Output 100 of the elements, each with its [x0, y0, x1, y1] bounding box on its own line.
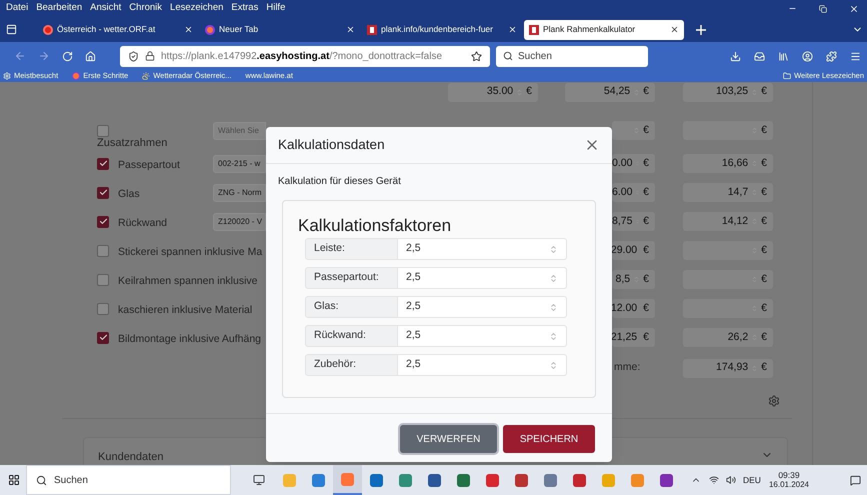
currency-label: € [643, 214, 649, 229]
square-icon [367, 24, 377, 34]
menu-item[interactable]: Chronik [125, 1, 166, 16]
browser-tab[interactable]: Österreich - wetter.ORF.at [38, 20, 198, 40]
dialog-button[interactable]: VERWERFEN [400, 425, 497, 453]
library-icon[interactable] [778, 50, 789, 62]
tray-icon[interactable] [754, 50, 765, 62]
dialog-button[interactable]: SPEICHERN [503, 425, 595, 453]
restore-icon[interactable] [819, 4, 827, 12]
square-icon [529, 24, 539, 34]
currency-label: € [761, 360, 767, 376]
factor-input[interactable]: 2,5 [398, 296, 567, 318]
card-title: Kalkulationsfaktoren [298, 214, 452, 237]
windows-start-icon[interactable] [8, 474, 20, 486]
checkbox[interactable] [97, 186, 109, 198]
checkbox[interactable] [97, 216, 109, 228]
checkbox[interactable] [97, 302, 109, 314]
currency-label: € [761, 272, 767, 287]
currency-label: € [761, 300, 767, 316]
menu-item[interactable]: Ansicht [86, 1, 126, 16]
folder-icon [783, 72, 792, 80]
fox-icon [72, 72, 80, 80]
url-text: https://plank.e147992.easyhosting.at/?mono_donottrack=false [161, 50, 444, 64]
task-view-icon[interactable] [253, 474, 265, 486]
section-label: Zusatzrahmen [97, 136, 168, 151]
clock[interactable]: 09:39 16.01.2024 [768, 470, 809, 490]
price-value: 26,2 [728, 330, 748, 345]
select-field[interactable]: Z120020 - V [213, 212, 266, 230]
currency-label: € [761, 184, 767, 200]
tab-title: Neuer Tab [219, 23, 258, 36]
language-indicator[interactable]: DEU [743, 474, 761, 486]
factor-input[interactable]: 2,5 [398, 354, 567, 376]
network-icon[interactable] [709, 475, 719, 485]
currency-label: € [643, 300, 649, 316]
price-value: 16,66 [722, 156, 748, 171]
browser-tab[interactable]: plank.info/kundenbereich-fuer [362, 20, 522, 40]
sum-label: mme: [614, 360, 642, 376]
menu-item[interactable]: Datei [2, 1, 32, 16]
checkbox[interactable] [97, 124, 109, 136]
url-field[interactable]: https://plank.e147992.easyhosting.at/?mono_donottrack=false [120, 46, 490, 66]
factor-label: Leiste: [305, 238, 398, 260]
search-field[interactable]: Suchen [496, 46, 648, 66]
price-value: 14,12 [722, 214, 748, 229]
close-icon[interactable] [670, 25, 679, 34]
menu-item[interactable]: Lesezeichen [166, 1, 228, 16]
close-icon[interactable] [849, 4, 859, 14]
tab-list-icon[interactable] [6, 24, 17, 35]
menu-icon[interactable] [850, 50, 861, 62]
factor-input[interactable]: 2,5 [398, 267, 567, 289]
browser-tab[interactable]: Plank Rahmenkalkulator [524, 20, 684, 40]
option-label: Stickerei spannen inklusive Ma [118, 246, 262, 258]
currency-label: € [761, 330, 767, 345]
currency-label: € [761, 242, 767, 258]
checkbox[interactable] [97, 332, 109, 344]
price-value: 8,75 [612, 214, 632, 229]
home-icon[interactable] [85, 50, 96, 62]
option-label: Bildmontage inklusive Aufhäng [118, 332, 262, 344]
fox-icon [205, 24, 215, 34]
bookmark-star-icon[interactable] [471, 50, 482, 62]
price-value: 6.00 [612, 184, 632, 200]
currency-label: € [643, 156, 649, 171]
menu-item[interactable]: Hilfe [262, 1, 290, 16]
browser-tab[interactable]: Neuer Tab [200, 20, 360, 40]
currency-label: € [643, 330, 649, 345]
checkbox[interactable] [97, 244, 109, 256]
taskbar-search-field[interactable]: Suchen [26, 465, 231, 495]
price-value: 174,93 [716, 360, 748, 376]
factor-input[interactable]: 2,5 [398, 238, 567, 260]
currency-label: € [643, 84, 649, 100]
tab-title: Österreich - wetter.ORF.at [57, 23, 156, 36]
notification-icon[interactable] [850, 474, 861, 486]
tab-title: Plank Rahmenkalkulator [543, 23, 636, 36]
currency-label: € [761, 84, 767, 100]
puzzle-icon[interactable] [826, 50, 837, 62]
select-field[interactable]: 002-215 - w [213, 154, 266, 172]
checkbox[interactable] [97, 274, 109, 286]
speaker-icon[interactable] [726, 475, 736, 485]
taskbar-app-button[interactable] [333, 465, 362, 495]
factor-input[interactable]: 2,5 [398, 325, 567, 347]
price-value: 21,25 [610, 330, 638, 345]
download-icon[interactable] [730, 50, 741, 62]
settings-icon[interactable] [768, 395, 780, 407]
checkbox[interactable] [97, 158, 109, 170]
currency-label: € [526, 84, 532, 100]
new-tab-icon[interactable] [696, 24, 706, 34]
menu-item[interactable]: Extras [227, 1, 262, 16]
menu-item[interactable]: Bearbeiten [32, 1, 86, 16]
price-value: 103,25 [716, 84, 748, 100]
account-icon[interactable] [802, 50, 813, 62]
currency-label: € [761, 214, 767, 229]
search-placeholder: Suchen [518, 50, 552, 64]
cloud-sun-icon [142, 72, 150, 80]
search-icon [503, 51, 513, 61]
option-label: Keilrahmen spannen inklusive [118, 274, 258, 286]
currency-label: € [643, 242, 649, 258]
currency-label: € [643, 184, 649, 200]
select-field[interactable]: ZNG - Norm [213, 184, 266, 202]
currency-label: € [761, 156, 767, 171]
reload-icon[interactable] [62, 50, 73, 62]
factor-label: Zubehör: [305, 354, 398, 376]
